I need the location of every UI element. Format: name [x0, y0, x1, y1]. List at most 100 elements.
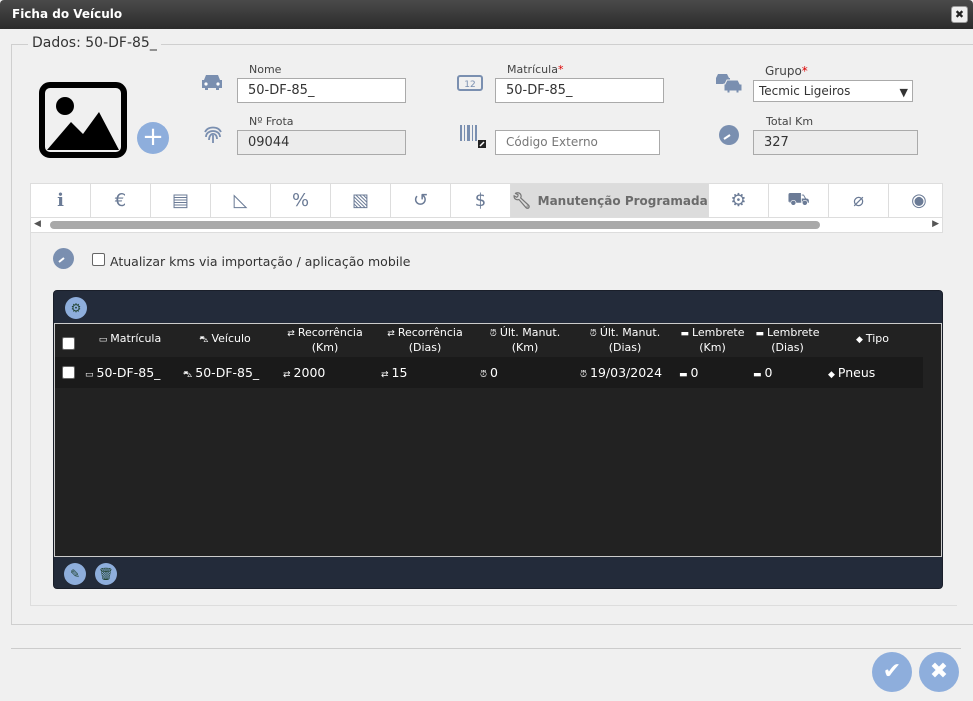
info-icon: i: [57, 190, 64, 211]
scroll-left-icon[interactable]: ◀: [34, 219, 41, 229]
row-checkbox[interactable]: [62, 366, 75, 379]
frota-input[interactable]: 09044: [237, 130, 406, 155]
tab-manutencao-label: Manutenção Programada: [537, 193, 708, 208]
license-plate-icon: ▭: [98, 335, 108, 345]
fingerprint-icon: [202, 123, 228, 147]
paperclip-icon: ⌀: [853, 190, 864, 211]
cell-recorrencia-dias: ⇄ 15: [381, 357, 461, 388]
tab-bar: i € ▤ ◺ % ▧ ↺ $ 🔧︎ Manutenção Programada …: [30, 183, 943, 218]
svg-text:12: 12: [464, 80, 475, 90]
nome-label: Nome: [249, 63, 282, 76]
percent-icon: %: [291, 190, 310, 211]
window-title: Ficha do Veículo: [12, 7, 123, 21]
car-icon: [200, 72, 226, 96]
car-icon: ⛍: [183, 370, 193, 380]
odometer-icon: [53, 248, 74, 269]
reminder-icon: ▬: [680, 329, 689, 339]
car-icon: ⛍: [199, 335, 209, 345]
chevron-down-icon: ▼: [899, 86, 908, 99]
tab-settings[interactable]: ⚙: [709, 184, 769, 217]
tab-dimensions[interactable]: ◺: [211, 184, 271, 217]
toggle-icon: ◉: [911, 190, 927, 211]
history-icon: ↺: [412, 190, 429, 211]
tab-car-lift[interactable]: ⛟: [769, 184, 829, 217]
total-km-input[interactable]: 327: [753, 130, 918, 155]
gear-icon: ⚙: [730, 190, 747, 211]
repeat-icon: ⇄: [287, 329, 295, 339]
col-header-lembrete-km[interactable]: ▬ Lembrete (Km): [675, 324, 750, 357]
repeat-icon: ⇄: [387, 329, 395, 339]
add-maintenance-button[interactable]: ⚙: [65, 297, 87, 319]
col-header-lembrete-dias[interactable]: ▬ Lembrete (Dias): [750, 324, 825, 357]
fieldset-legend: Dados: 50-DF-85_: [28, 35, 161, 51]
update-kms-checkbox[interactable]: [92, 253, 105, 266]
col-header-veiculo[interactable]: ⛍ Veículo: [185, 324, 265, 357]
cell-lembrete-dias: ▬ 0: [753, 357, 813, 388]
cell-matricula: ▭ 50-DF-85_: [85, 357, 175, 388]
tab-costs[interactable]: €: [91, 184, 151, 217]
odometer-icon: [718, 124, 744, 148]
codigo-externo-input[interactable]: Código Externo: [495, 130, 660, 155]
grupo-selected-value: Tecmic Ligeiros: [759, 84, 851, 98]
book-icon: ▤: [171, 190, 189, 211]
col-header-ult-manut-km[interactable]: ⏰︎ Últ. Manut. (Km): [480, 324, 570, 357]
license-plate-icon: 12: [457, 74, 483, 98]
gear-add-icon: ⚙: [70, 301, 82, 315]
add-photo-button[interactable]: +: [137, 122, 169, 154]
tab-manutencao-programada[interactable]: 🔧︎ Manutenção Programada: [511, 184, 709, 217]
cell-tipo: ◆ Pneus: [828, 357, 908, 388]
col-header-recorrencia-dias[interactable]: ⇄ Recorrência (Dias): [380, 324, 470, 357]
col-header-ult-manut-dias[interactable]: ⏰︎ Últ. Manut. (Dias): [580, 324, 670, 357]
tab-dollar[interactable]: $: [451, 184, 511, 217]
col-header-tipo[interactable]: ◆ Tipo: [835, 324, 910, 357]
vehicle-photo-placeholder-icon: [39, 82, 127, 158]
grupo-label: Grupo*: [765, 64, 808, 78]
col-header-matricula[interactable]: ▭ Matrícula: [85, 324, 175, 357]
document-icon: ▧: [351, 190, 369, 211]
update-kms-label: Atualizar kms via importação / aplicação…: [110, 254, 411, 269]
repeat-icon: ⇄: [381, 370, 389, 380]
col-header-recorrencia-km[interactable]: ⇄ Recorrência (Km): [280, 324, 370, 357]
tab-attachments[interactable]: ⌀: [829, 184, 889, 217]
reminder-icon: ▬: [753, 370, 762, 380]
reminder-icon: ▬: [679, 370, 688, 380]
tab-file[interactable]: ▧: [331, 184, 391, 217]
cars-group-icon: [715, 72, 743, 96]
frota-label: Nº Frota: [249, 115, 294, 128]
cell-ult-manut-km: ⏰︎ 0: [480, 357, 560, 388]
tag-icon: ◆: [855, 335, 863, 345]
barcode-icon: [459, 124, 486, 148]
close-window-button[interactable]: ✖: [951, 6, 968, 23]
dollar-icon: $: [474, 190, 487, 211]
tab-percent[interactable]: %: [271, 184, 331, 217]
cell-ult-manut-dias: ⏰︎ 19/03/2024: [580, 357, 676, 388]
alarm-icon: ⏰︎: [580, 370, 588, 380]
table-row[interactable]: ▭ 50-DF-85_ ⛍ 50-DF-85_ ⇄ 2000 ⇄ 15 ⏰︎ 0 ⏰︎ 19…: [55, 357, 923, 388]
confirm-button[interactable]: ✔: [872, 652, 912, 692]
tab-history[interactable]: ↺: [391, 184, 451, 217]
tab-scrollbar[interactable]: ◀ ▶: [30, 218, 943, 233]
reminder-icon: ▬: [755, 329, 764, 339]
scroll-right-icon[interactable]: ▶: [932, 219, 939, 229]
tab-documents[interactable]: ▤: [151, 184, 211, 217]
tab-toggle[interactable]: ◉: [889, 184, 949, 217]
grupo-select[interactable]: Tecmic Ligeiros ▼: [753, 80, 913, 102]
cancel-button[interactable]: ✖: [919, 652, 959, 692]
euro-icon: €: [114, 190, 127, 211]
scrollbar-thumb[interactable]: [50, 221, 820, 229]
alarm-icon: ⏰︎: [480, 370, 488, 380]
tab-info[interactable]: i: [31, 184, 91, 217]
matricula-label: Matrícula*: [507, 63, 564, 76]
edit-button[interactable]: ✎: [64, 563, 86, 585]
window-titlebar: Ficha do Veículo ✖: [0, 0, 973, 29]
wrench-icon: 🔧︎: [511, 191, 532, 210]
delete-button[interactable]: 🗑︎: [95, 563, 117, 585]
matricula-input[interactable]: 50-DF-85_: [495, 78, 664, 103]
select-all-checkbox[interactable]: [62, 337, 75, 350]
check-icon: ✔: [882, 659, 902, 684]
nome-input[interactable]: 50-DF-85_: [237, 78, 406, 103]
license-plate-icon: ▭: [85, 370, 94, 380]
car-lift-icon: ⛟: [787, 188, 810, 210]
repeat-icon: ⇄: [283, 370, 291, 380]
grid-body: ▭ Matrícula ⛍ Veículo ⇄ Recorrência (Km) ⇄ R…: [54, 323, 942, 557]
